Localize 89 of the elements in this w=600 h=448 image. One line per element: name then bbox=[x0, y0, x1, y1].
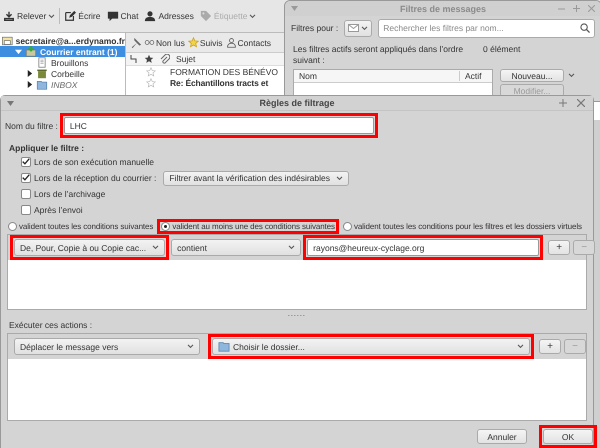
chevron-down-icon bbox=[517, 344, 524, 349]
input-field[interactable]: LHC bbox=[64, 117, 374, 134]
window-title: Règles de filtrage bbox=[259, 98, 335, 108]
person-icon bbox=[144, 10, 156, 22]
quick-filter-button[interactable]: Suivis bbox=[186, 37, 224, 48]
column-header-label[interactable]: Sujet bbox=[176, 54, 196, 64]
pencil-icon bbox=[64, 10, 76, 22]
thread-icon[interactable] bbox=[130, 54, 138, 64]
checkbox[interactable] bbox=[21, 189, 31, 199]
radio-button[interactable] bbox=[342, 222, 352, 231]
dropdown[interactable]: De, Pour, Copie à ou Copie cac... bbox=[14, 239, 166, 256]
pin-icon[interactable] bbox=[559, 99, 567, 107]
person-icon bbox=[226, 37, 237, 48]
search-field[interactable]: Rechercher les filtres par nom... bbox=[378, 18, 595, 38]
inbox-tray-icon bbox=[25, 46, 37, 57]
collapsed-arrow-icon[interactable] bbox=[26, 81, 33, 88]
dropdown[interactable]: contient bbox=[171, 239, 302, 256]
toolbar-button[interactable]: Adresses bbox=[142, 8, 196, 24]
speech-bubble-icon bbox=[106, 10, 118, 22]
close-icon[interactable] bbox=[588, 5, 595, 12]
section-heading: Appliquer le filtre : bbox=[9, 143, 86, 153]
trash-bin-icon bbox=[36, 68, 48, 79]
column-header[interactable]: Nom bbox=[294, 71, 460, 81]
chevron-down-icon bbox=[187, 344, 194, 349]
document-icon bbox=[36, 57, 48, 68]
dropdown[interactable]: Déplacer le message vers bbox=[14, 338, 200, 355]
close-icon[interactable] bbox=[577, 99, 585, 107]
tag-icon bbox=[200, 10, 212, 22]
account-name[interactable]: secretaire@a...erdynamo.fr bbox=[16, 36, 125, 46]
dialog-button[interactable]: OK bbox=[543, 429, 593, 444]
radio-button[interactable] bbox=[8, 222, 17, 231]
maximize-icon[interactable] bbox=[573, 5, 580, 12]
expanded-arrow-icon[interactable] bbox=[15, 48, 22, 55]
field-label: Filtres pour : bbox=[291, 23, 338, 33]
toolbar-button[interactable]: Écrire bbox=[62, 8, 102, 24]
menu-arrow-icon[interactable] bbox=[291, 6, 298, 11]
folder-item[interactable]: INBOX bbox=[0, 79, 125, 90]
splitter-grip-icon[interactable] bbox=[287, 314, 307, 316]
toolbar-button[interactable]: Relever bbox=[1, 8, 58, 24]
folder-dropdown[interactable]: Choisir le dossier... bbox=[212, 338, 530, 355]
checkbox[interactable] bbox=[21, 157, 31, 167]
radio-label[interactable]: valident au moins une des conditions suivantes bbox=[172, 222, 335, 231]
chevron-down-icon bbox=[361, 26, 368, 30]
star-icon[interactable] bbox=[146, 78, 156, 88]
glasses-icon bbox=[144, 37, 155, 48]
dialog-button[interactable]: Nouveau... bbox=[500, 69, 564, 82]
column-header[interactable]: Actif bbox=[460, 71, 492, 81]
field-label: Nom du filtre : bbox=[5, 120, 58, 130]
checkbox-label[interactable]: Lors de son exécution manuelle bbox=[34, 157, 154, 167]
menu-arrow-icon[interactable] bbox=[7, 101, 14, 106]
pin-icon[interactable] bbox=[130, 36, 142, 48]
checkbox[interactable] bbox=[21, 205, 31, 215]
account-dropdown[interactable] bbox=[344, 20, 372, 36]
input-field[interactable]: rayons@heureux-cyclage.org bbox=[307, 239, 540, 256]
filter-count: 0 élément bbox=[483, 44, 520, 56]
checkbox-label[interactable]: Lors de l’archivage bbox=[34, 189, 106, 199]
add-button[interactable]: + bbox=[539, 339, 561, 354]
dropdown[interactable]: Filtrer avant la vérification des indésirables bbox=[163, 170, 350, 186]
chevron-down-icon bbox=[288, 245, 296, 250]
quick-filter-button[interactable]: Contacts bbox=[224, 37, 272, 48]
folder-item[interactable]: Brouillons bbox=[0, 57, 125, 68]
paperclip-icon[interactable] bbox=[160, 54, 170, 64]
folder-item[interactable]: Corbeille bbox=[0, 68, 125, 79]
folder-icon bbox=[36, 79, 48, 90]
checkbox-label[interactable]: Lors de la réception du courrier : bbox=[34, 173, 156, 183]
window-title: Filtres de messages bbox=[400, 4, 486, 14]
quick-filter-button[interactable]: Non lus bbox=[143, 37, 186, 48]
envelope-icon bbox=[348, 24, 360, 32]
folder-icon bbox=[218, 341, 230, 352]
info-text: Les filtres actifs seront appliqués dans l’ordre suivant : bbox=[293, 44, 464, 66]
add-button[interactable]: + bbox=[548, 240, 570, 255]
checkbox[interactable] bbox=[21, 173, 31, 183]
radio-label[interactable]: valident toutes les conditions pour les filtres et les dossiers virtuels bbox=[354, 222, 582, 231]
chevron-down-icon bbox=[336, 176, 344, 180]
dialog-button[interactable]: Annuler bbox=[477, 429, 527, 444]
collapsed-arrow-icon[interactable] bbox=[26, 70, 33, 77]
chevron-down-icon bbox=[152, 245, 160, 250]
message-subject[interactable]: FORMATION DES BÉNÉVO bbox=[170, 66, 278, 76]
star-icon[interactable] bbox=[146, 66, 156, 76]
toolbar-button[interactable]: Chat bbox=[104, 8, 140, 24]
radio-label[interactable]: valident toutes les conditions suivantes bbox=[19, 222, 154, 231]
section-label: Exécuter ces actions : bbox=[9, 320, 94, 330]
download-icon bbox=[3, 10, 15, 22]
search-icon bbox=[580, 23, 590, 33]
star-icon bbox=[188, 37, 199, 48]
radio-button[interactable] bbox=[161, 222, 170, 231]
star-column-icon[interactable] bbox=[144, 54, 154, 64]
message-subject[interactable]: Re: Échantillons tracts et bbox=[170, 78, 268, 88]
checkbox-label[interactable]: Après l’envoi bbox=[34, 205, 83, 215]
